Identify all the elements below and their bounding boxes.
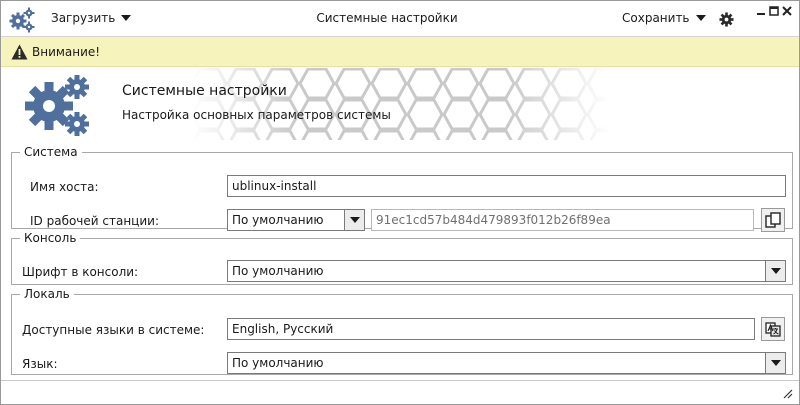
minimize-icon[interactable] — [756, 5, 766, 15]
chevron-down-icon[interactable] — [765, 261, 785, 281]
language-select[interactable]: По умолчанию — [227, 352, 786, 374]
system-group: Система Имя хоста: ublinux-install ID ра… — [11, 145, 793, 232]
copy-button[interactable] — [761, 208, 785, 232]
gears-icon — [25, 75, 89, 136]
resize-grip-icon[interactable] — [783, 389, 793, 399]
locale-group-legend: Локаль — [24, 287, 70, 301]
maximize-icon[interactable] — [769, 5, 779, 16]
title-bar: Загрузить Системные настройки Сохранить — [1, 1, 799, 37]
available-languages-label: Доступные языки в системе: — [22, 323, 205, 337]
language-button[interactable] — [761, 317, 785, 341]
warning-text: Внимание! — [32, 45, 101, 59]
workstation-id-mode-value: По умолчанию — [232, 213, 324, 227]
console-font-label: Шрифт в консоли: — [22, 265, 139, 279]
available-languages-field[interactable]: English, Русский — [227, 318, 755, 340]
warning-bar: Внимание! — [1, 37, 799, 67]
console-group-legend: Консоль — [24, 231, 77, 245]
window-controls — [756, 5, 792, 16]
language-label: Язык: — [22, 357, 58, 371]
main-window: Загрузить Системные настройки Сохранить — [0, 0, 800, 405]
chevron-down-icon[interactable] — [344, 210, 364, 230]
close-icon[interactable] — [782, 5, 792, 16]
chevron-down-icon — [695, 15, 706, 21]
gear-icon[interactable] — [719, 12, 734, 27]
language-value: По умолчанию — [232, 356, 324, 370]
warning-icon — [11, 44, 28, 60]
copy-icon — [765, 212, 781, 228]
workstation-id-field[interactable]: 91ec1cd57b484d479893f012b26f89ea — [371, 209, 754, 231]
system-group-legend: Система — [24, 145, 78, 159]
save-menu-label: Сохранить — [622, 11, 690, 25]
console-group: Консоль Шрифт в консоли: По умолчанию — [11, 231, 793, 285]
page-subtitle: Настройка основных параметров системы — [122, 108, 391, 122]
console-font-value: По умолчанию — [232, 264, 324, 278]
status-bar — [1, 380, 799, 404]
save-menu-button[interactable]: Сохранить — [622, 11, 706, 25]
hostname-label: Имя хоста: — [30, 180, 99, 194]
console-font-select[interactable]: По умолчанию — [227, 260, 786, 282]
workstation-id-label: ID рабочей станции: — [30, 214, 159, 228]
hexagon-pattern — [191, 68, 611, 140]
page-title: Системные настройки — [122, 83, 287, 99]
header-banner: Системные настройки Настройка основных п… — [1, 68, 799, 140]
locale-group: Локаль Доступные языки в системе: Englis… — [11, 287, 793, 375]
hostname-field[interactable]: ublinux-install — [227, 175, 786, 197]
chevron-down-icon[interactable] — [765, 353, 785, 373]
translate-icon — [765, 322, 781, 337]
workstation-id-mode-select[interactable]: По умолчанию — [227, 209, 365, 231]
